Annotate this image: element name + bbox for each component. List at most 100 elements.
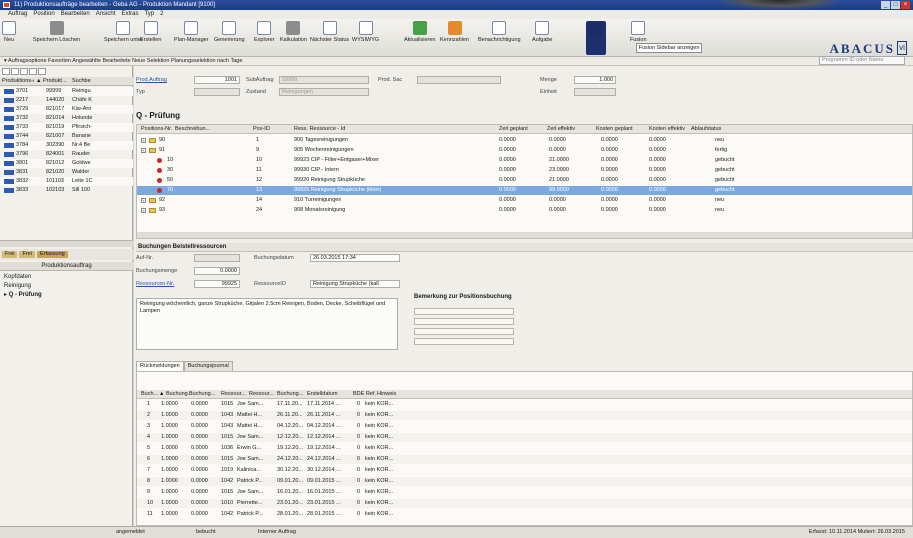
order-list-item[interactable]: 3832 101103 Leite 1C [0, 177, 133, 186]
horizontal-scrollbar[interactable] [137, 232, 912, 238]
column-header[interactable]: Buchung... [277, 390, 303, 399]
toolbar-button[interactable]: Erstellen [140, 21, 161, 55]
fusion-sidebar-button[interactable]: Fusion Sidebar anzeigen [636, 43, 702, 53]
toolbar-button[interactable]: Kennzahlen [440, 21, 469, 55]
rueck-row[interactable]: 7 1.0000 0.0000 1019 Kalinica... 30.12.20... 3… [137, 466, 912, 475]
expand-toggle-icon[interactable]: + [141, 138, 146, 143]
column-header[interactable]: Zeit geplant [499, 125, 528, 134]
horizontal-scrollbar[interactable] [0, 240, 133, 247]
list-tool-button[interactable] [2, 68, 10, 75]
order-list-item[interactable]: 3833 102103 Sill 100 [0, 186, 133, 195]
column-header[interactable]: Positions-Nr. [141, 125, 172, 134]
column-header[interactable]: Hinweis [377, 390, 396, 399]
menu-item[interactable]: Auftrag [8, 10, 27, 19]
menu-item[interactable]: 2 [160, 10, 163, 19]
maximize-button[interactable]: □ [891, 1, 900, 9]
toolbar-button[interactable]: Speichern Löschen [33, 21, 80, 55]
close-button[interactable]: × [901, 1, 910, 9]
typ-field[interactable] [194, 88, 240, 96]
bemerkung-line[interactable] [414, 318, 514, 325]
aufnr-field[interactable] [194, 254, 240, 262]
toolbar-button[interactable]: Kalkulation [280, 21, 307, 55]
order-list-item[interactable]: 3744 821007 Banane [0, 132, 133, 141]
toolbar-button[interactable]: Neu [2, 21, 16, 55]
bemerkung-line[interactable] [414, 308, 514, 315]
toolbar-button[interactable]: Plan-Manager [174, 21, 209, 55]
zustand-field[interactable]: Reinigungen [279, 88, 369, 96]
rueck-row[interactable]: 3 1.0000 0.0000 1043 Mattei H... 04.12.20... 0… [137, 422, 912, 431]
order-list-item[interactable]: 3729 821017 Kiw-Aro [0, 105, 133, 114]
ressnr-field[interactable]: 99925 [194, 280, 240, 288]
menu-item[interactable]: Typ [144, 10, 154, 19]
toolbar-button[interactable]: Nächster Status [310, 21, 349, 55]
rueck-row[interactable]: 11 1.0000 0.0000 1042 Patrick P... 28.01.20..… [137, 510, 912, 519]
rueck-row[interactable]: 4 1.0000 0.0000 1015 Joe Sam... 12.12.20... 12… [137, 433, 912, 442]
toolbar-button[interactable]: Generierung [214, 21, 245, 55]
datum-field[interactable]: 26.03.2015 17:34 [310, 254, 400, 262]
menu-item[interactable]: Bearbeiten [61, 10, 90, 19]
nav-item-q-pruefung[interactable]: ▸ Q - Prüfung [4, 291, 42, 300]
column-header[interactable]: Erstelldatum [307, 390, 338, 399]
rueck-row[interactable]: 2 1.0000 0.0000 1043 Mattei H... 26.11.20... 2… [137, 411, 912, 420]
column-header[interactable]: ▲ Produkt... [34, 77, 70, 85]
tab-buchungsjournal[interactable]: Buchungsjournal [183, 361, 233, 371]
column-header[interactable]: Ressour... [221, 390, 246, 399]
list-tool-button[interactable] [11, 68, 19, 75]
left-tab[interactable]: Frei [2, 251, 18, 258]
toolbar-button[interactable]: Aufgabe [532, 21, 553, 55]
prod-field[interactable] [417, 76, 501, 84]
order-list-item[interactable]: 3701 99999 Reinigu [0, 87, 133, 96]
order-list-item[interactable]: 3796 824001 Rauder [0, 150, 133, 159]
column-header[interactable]: Ressour... [249, 390, 274, 399]
auftrag-label[interactable]: Prod.Auftrag [136, 76, 167, 84]
ressnr-label[interactable]: Ressourcen-Nr. [136, 280, 174, 288]
position-row[interactable]: +93 24 908 Monatsreinigung 0.0000 0.0000 0.00… [137, 206, 912, 215]
position-row[interactable]: +91 9 905 Wochenreinigungen 0.0000 0.0000 0.0… [137, 146, 912, 155]
list-tool-button[interactable] [20, 68, 28, 75]
position-row[interactable]: +90 1 900 Tagesreinigungen 0.0000 0.0000 0.00… [137, 136, 912, 145]
column-header[interactable]: ▲ Buchung... [159, 390, 192, 399]
minimize-button[interactable]: _ [881, 1, 890, 9]
position-row[interactable]: 50 12 99920 Reinigung Strupküche 0.0000 21.0… [137, 176, 912, 185]
menu-item[interactable]: Extras [121, 10, 138, 19]
column-header[interactable]: BDE Ref. [353, 390, 376, 399]
column-header[interactable]: Buch... [141, 390, 158, 399]
list-tool-button[interactable] [29, 68, 37, 75]
bemerkung-line[interactable] [414, 328, 514, 335]
position-row[interactable]: 10 10 99923 CIP - Filter+Entgaser+Mixer 0.0… [137, 156, 912, 165]
tab-rueckmeldungen[interactable]: Rückmeldungen [136, 361, 184, 371]
position-row[interactable]: 30 11 99930 CIP - Intern 0.0000 23.0000 0.000… [137, 166, 912, 175]
rueck-row[interactable]: 9 1.0000 0.0000 1015 Joe Sam... 16.01.20... 16… [137, 488, 912, 497]
column-header[interactable]: Suchbe [70, 77, 100, 85]
toolbar-button[interactable]: WYSIWYG [352, 21, 379, 55]
order-list-item[interactable]: 3733 821019 Pfirsich- [0, 123, 133, 132]
toolbar-button[interactable]: Explorer [254, 21, 274, 55]
subauftrag-field[interactable]: 99999 [279, 76, 369, 84]
selection-links[interactable]: ▾ Auftragsoptione Favoriten Angewählte B… [4, 58, 242, 64]
order-list-item[interactable]: 2217 144020 Chäfe K [0, 96, 133, 105]
order-list-item[interactable]: 3831 821020 Walder [0, 168, 133, 177]
toolbar-button[interactable]: Speichern unter [104, 21, 143, 55]
list-tool-button[interactable] [38, 68, 46, 75]
column-header[interactable]: Kosten effektiv [649, 125, 685, 134]
ressid-field[interactable]: Reinigung Strupküche (kall [310, 280, 400, 288]
position-row[interactable]: 70 13 99925 Reinigung Strupküche (klein) 0.… [137, 186, 912, 195]
einheit-field[interactable] [574, 88, 616, 96]
expand-toggle-icon[interactable]: + [141, 208, 146, 213]
toolbar-button[interactable] [586, 21, 606, 55]
rueck-row[interactable]: 6 1.0000 0.0000 1015 Joe Sam... 24.12.20... 24… [137, 455, 912, 464]
expand-toggle-icon[interactable]: + [141, 148, 146, 153]
column-header[interactable]: Buchung... [189, 390, 215, 399]
position-row[interactable]: +92 14 910 Turreinigungen 0.0000 0.0000 0.000… [137, 196, 912, 205]
left-tab[interactable]: Frei [19, 251, 35, 258]
order-list-item[interactable]: 3801 821012 Goldwe [0, 159, 133, 168]
program-search-input[interactable]: Programm ID oder Name [819, 56, 905, 65]
nav-item-kopfdaten[interactable]: Kopfdaten [4, 273, 31, 282]
column-header[interactable]: Ress. Ressource - Id [294, 125, 345, 134]
notes-textarea[interactable]: Reinigung wöchentlich, ganze Strupküche,… [136, 298, 398, 350]
rueck-row[interactable]: 5 1.0000 0.0000 1036 Erwin G... 19.12.20... 19… [137, 444, 912, 453]
column-header[interactable]: Beschreibun... [175, 125, 210, 134]
bemerkung-line[interactable] [414, 338, 514, 345]
column-header[interactable]: Pos-ID [253, 125, 270, 134]
column-header[interactable]: Produktions-A... [0, 77, 34, 85]
